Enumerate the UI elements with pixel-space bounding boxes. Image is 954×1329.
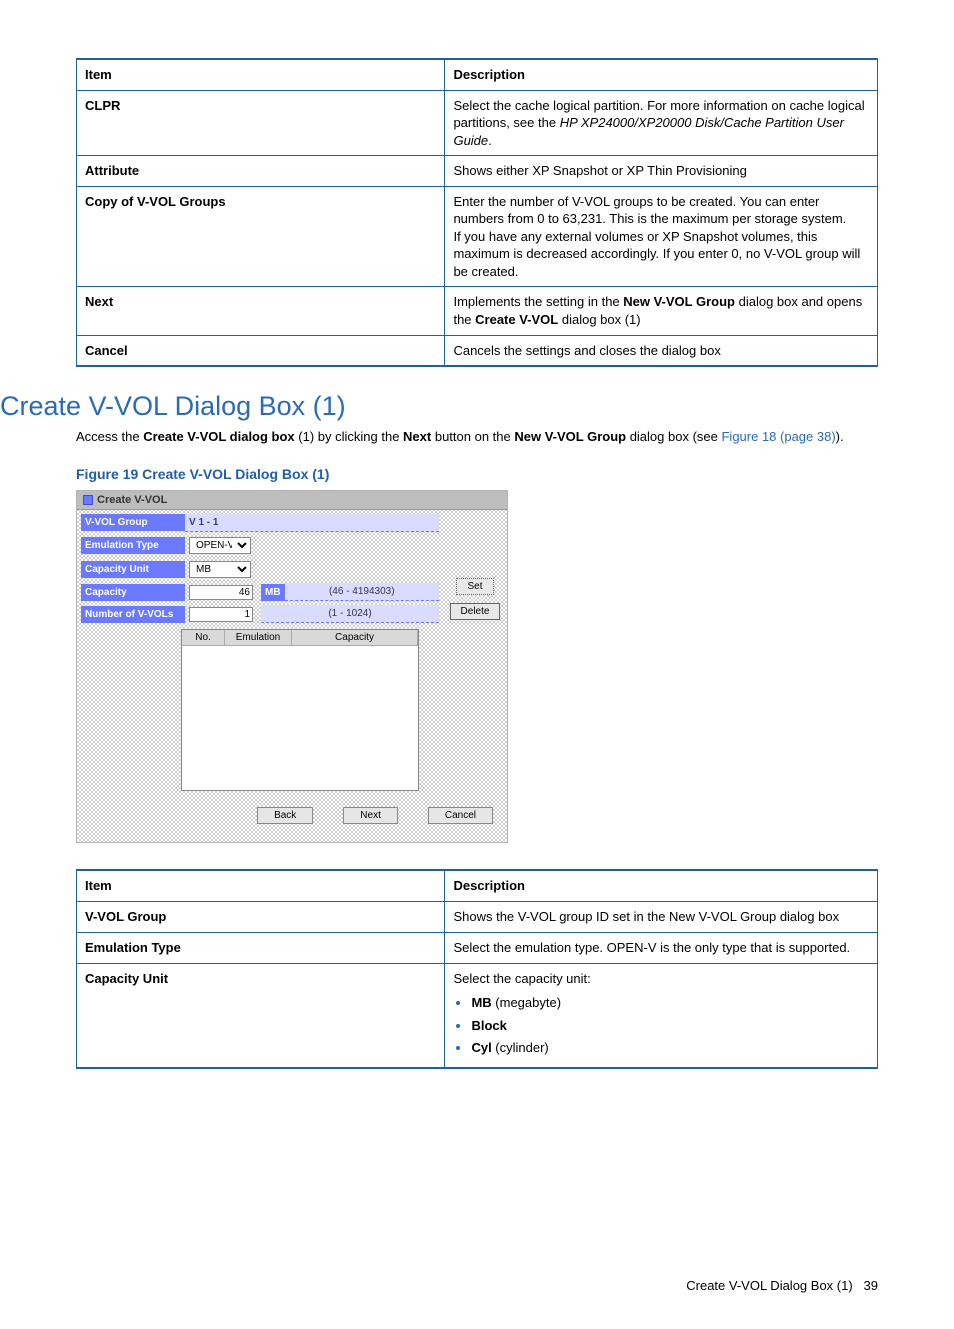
col-emulation: Emulation <box>225 630 292 645</box>
list-item: Cyl (cylinder) <box>471 1039 869 1057</box>
cell-desc: Shows either XP Snapshot or XP Thin Prov… <box>445 156 878 187</box>
col-capacity: Capacity <box>292 630 418 645</box>
back-button[interactable]: Back <box>257 807 313 824</box>
figure-link[interactable]: Figure 18 (page 38) <box>721 429 835 444</box>
create-vvol-dialog: Create V-VOL V-VOL Group V 1 - 1 Emulati… <box>76 490 508 843</box>
dialog-titlebar: Create V-VOL <box>77 491 507 510</box>
cell-desc: Enter the number of V-VOL groups to be c… <box>445 186 878 287</box>
capacity-unit-select[interactable]: MB <box>189 561 251 578</box>
page-footer: Create V-VOL Dialog Box (1) 39 <box>686 1278 878 1293</box>
capacity-input[interactable] <box>189 585 253 600</box>
th-desc: Description <box>445 870 878 902</box>
cell-item: Capacity Unit <box>77 964 445 1068</box>
cell-desc: Cancels the settings and closes the dial… <box>445 335 878 366</box>
list-item: MB (megabyte) <box>471 994 869 1012</box>
capacity-unit-label: Capacity Unit <box>81 561 185 578</box>
window-icon <box>83 495 93 505</box>
cell-desc: Shows the V-VOL group ID set in the New … <box>445 901 878 932</box>
dialog-title-text: Create V-VOL <box>97 494 167 506</box>
number-vvols-range: (1 - 1024) <box>261 605 439 623</box>
set-button[interactable]: Set <box>456 578 493 595</box>
cell-desc: Select the capacity unit: MB (megabyte) … <box>445 964 878 1068</box>
emulation-type-select[interactable]: OPEN-V <box>189 537 251 554</box>
item-description-table-2: Item Description V-VOL Group Shows the V… <box>76 869 878 1069</box>
section-heading: Create V-VOL Dialog Box (1) <box>0 391 878 422</box>
item-description-table-1: Item Description CLPR Select the cache l… <box>76 58 878 367</box>
cell-item: Emulation Type <box>77 933 445 964</box>
emulation-type-label: Emulation Type <box>81 537 185 554</box>
cancel-button[interactable]: Cancel <box>428 807 493 824</box>
next-button[interactable]: Next <box>343 807 398 824</box>
cell-item: V-VOL Group <box>77 901 445 932</box>
capacity-range: (46 - 4194303) <box>285 583 439 601</box>
th-item: Item <box>77 870 445 902</box>
cell-item: Next <box>77 287 445 335</box>
cell-desc: Select the emulation type. OPEN-V is the… <box>445 933 878 964</box>
th-item: Item <box>77 59 445 90</box>
cell-item: Cancel <box>77 335 445 366</box>
vvol-group-value: V 1 - 1 <box>185 514 439 532</box>
cell-item: Attribute <box>77 156 445 187</box>
vvol-list[interactable]: No. Emulation Capacity <box>181 629 419 791</box>
list-item: Block <box>471 1017 869 1035</box>
cell-item: CLPR <box>77 90 445 156</box>
col-no: No. <box>182 630 225 645</box>
capacity-unit-text: MB <box>261 584 285 601</box>
cell-desc: Implements the setting in the New V-VOL … <box>445 287 878 335</box>
delete-button[interactable]: Delete <box>450 603 501 620</box>
number-vvols-label: Number of V-VOLs <box>81 606 185 623</box>
number-vvols-input[interactable] <box>189 607 253 622</box>
th-desc: Description <box>445 59 878 90</box>
figure-caption: Figure 19 Create V-VOL Dialog Box (1) <box>76 466 878 482</box>
intro-paragraph: Access the Create V-VOL dialog box (1) b… <box>76 428 878 446</box>
list-header: No. Emulation Capacity <box>182 630 418 646</box>
vvol-group-label: V-VOL Group <box>81 514 185 531</box>
cell-desc: Select the cache logical partition. For … <box>445 90 878 156</box>
cell-item: Copy of V-VOL Groups <box>77 186 445 287</box>
capacity-label: Capacity <box>81 584 185 601</box>
